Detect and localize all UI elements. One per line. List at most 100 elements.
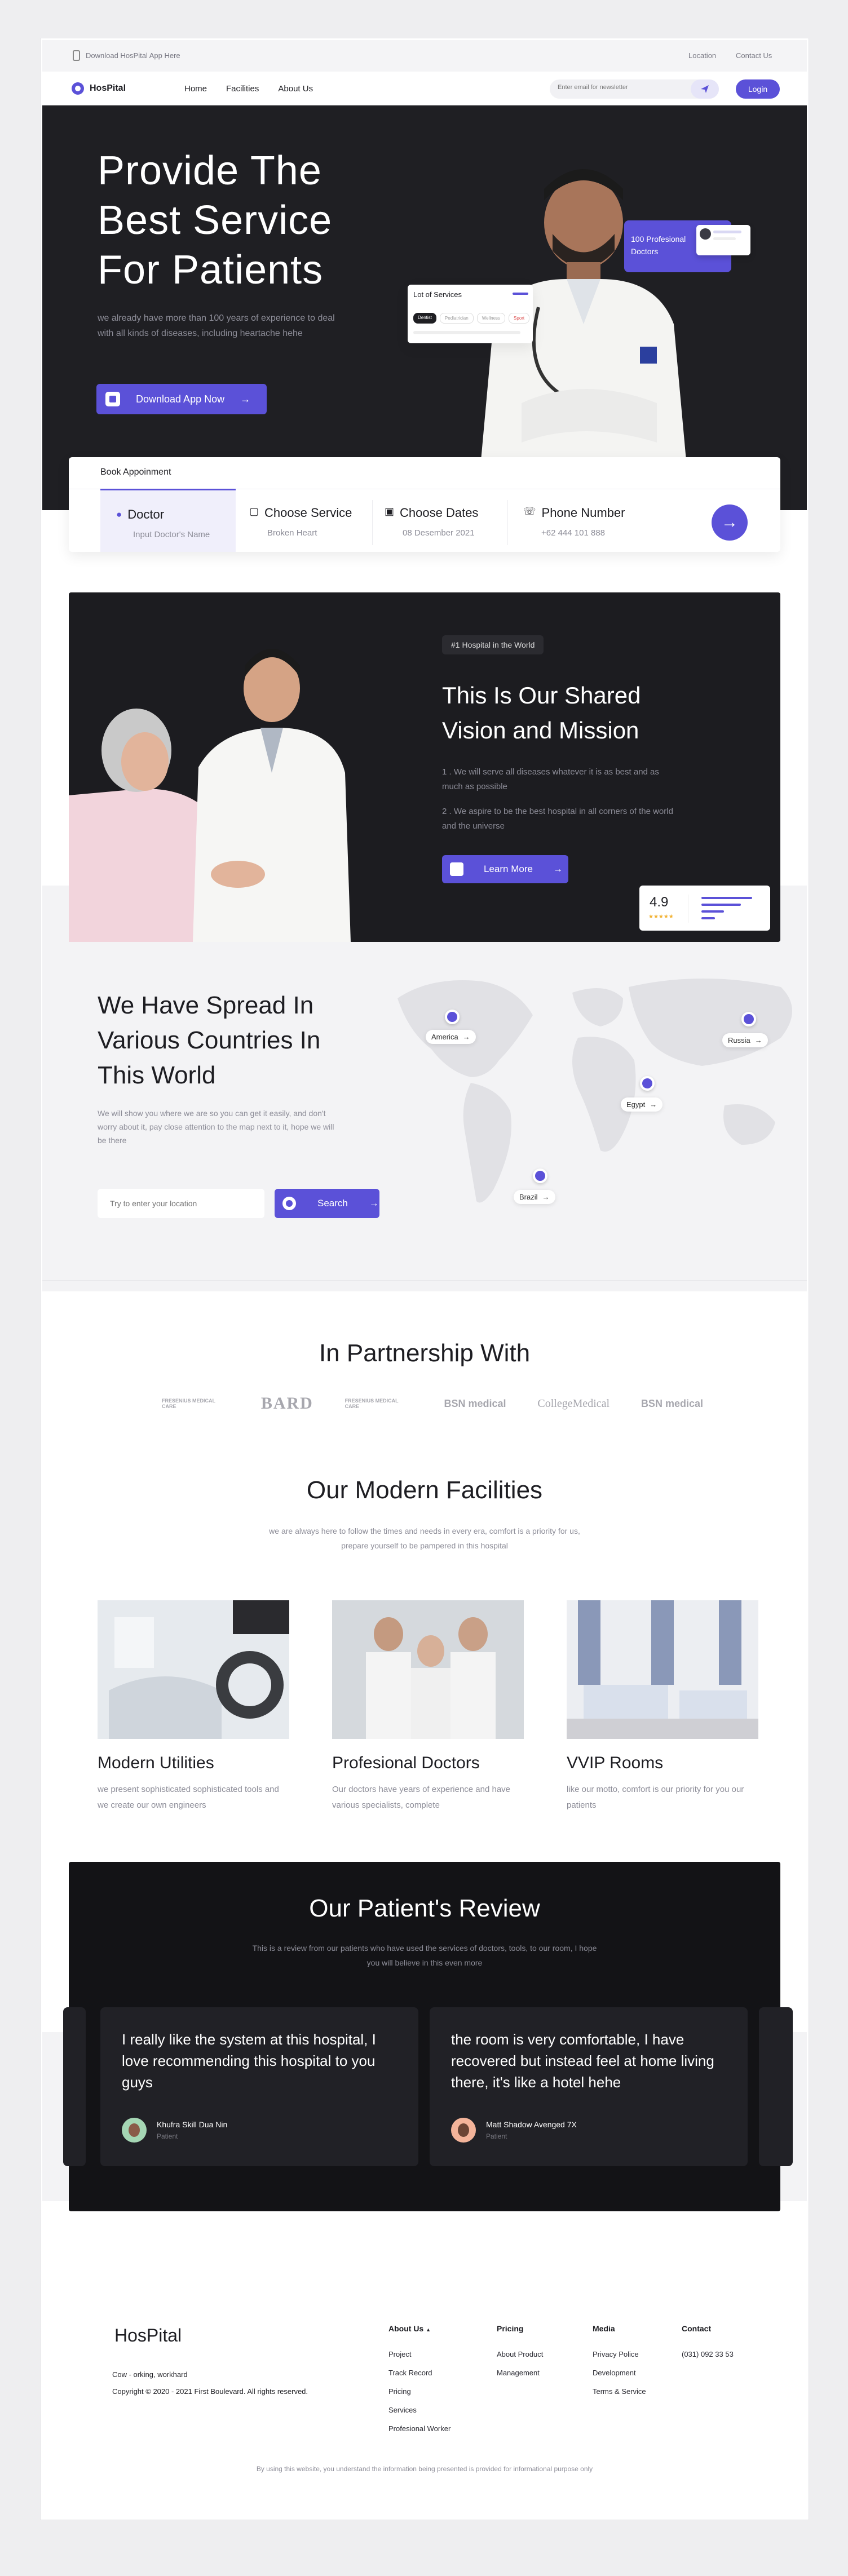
footer-link[interactable]: Terms & Service bbox=[593, 2387, 646, 2396]
partner-logo: FRESENIUS MEDICAL CARE bbox=[162, 1398, 215, 1409]
login-button[interactable]: Login bbox=[736, 79, 780, 99]
footer-link[interactable]: Management bbox=[497, 2369, 543, 2377]
footer-link[interactable]: Development bbox=[593, 2369, 646, 2377]
top-bar: Download HosPital App Here Location Cont… bbox=[42, 40, 807, 72]
arrow-right-icon: → bbox=[369, 1198, 379, 1209]
pin-russia[interactable] bbox=[741, 1012, 756, 1026]
user-icon: ● bbox=[116, 509, 122, 520]
hero-section: Provide The Best Service For Patients we… bbox=[42, 105, 807, 510]
phone-label: Phone Number bbox=[541, 506, 625, 520]
chip[interactable]: Pediatrician bbox=[439, 313, 474, 324]
search-button[interactable]: Search → bbox=[275, 1189, 379, 1218]
submit-booking-button[interactable]: → bbox=[712, 504, 748, 541]
partners-title: In Partnership With bbox=[319, 1339, 531, 1367]
vvip-room-image bbox=[567, 1600, 758, 1739]
location-search-input[interactable] bbox=[98, 1189, 264, 1218]
chip[interactable]: Dentist bbox=[413, 313, 436, 324]
learn-more-label: Learn More bbox=[484, 864, 533, 874]
chip[interactable]: Wellness bbox=[476, 313, 506, 324]
partner-logo: BSN medical bbox=[444, 1397, 506, 1409]
facility-description: we present sophisticated sophisticated t… bbox=[98, 1785, 279, 1810]
download-app-button[interactable]: Download App Now → bbox=[96, 384, 267, 414]
footer-link[interactable]: Project bbox=[388, 2350, 450, 2358]
hero-title-line: Provide The bbox=[98, 148, 322, 193]
vision-section: #1 Hospital in the World This Is Our Sha… bbox=[69, 592, 780, 942]
service-field[interactable]: ▢ Choose Service bbox=[249, 506, 352, 520]
pin-brazil[interactable] bbox=[533, 1169, 547, 1183]
send-button[interactable] bbox=[691, 79, 719, 99]
reviews-section: Our Patient's Review This is a review fr… bbox=[63, 1862, 793, 2211]
footer-link[interactable]: Profesional Worker bbox=[388, 2424, 450, 2433]
pin-label[interactable]: America → bbox=[426, 1030, 476, 1044]
location-link[interactable]: Location bbox=[688, 51, 716, 60]
footer-col-contact: Contact (031) 092 33 53 bbox=[682, 2324, 734, 2369]
vision-point: 2 . We aspire to be the best hospital in… bbox=[442, 807, 673, 831]
progress-bar bbox=[513, 293, 528, 295]
booking-tab[interactable]: Book Appoinment bbox=[100, 467, 171, 477]
spread-title-line: Various Countries In bbox=[98, 1026, 321, 1054]
doctor-field[interactable]: ● Doctor Input Doctor's Name bbox=[100, 489, 236, 552]
facilities-description: we are always here to follow the times a… bbox=[42, 1524, 807, 1553]
footer-col-title[interactable]: About Us ▲ bbox=[388, 2324, 450, 2333]
footer-col-title[interactable]: Media bbox=[593, 2324, 646, 2333]
dates-field[interactable]: ▣ Choose Dates bbox=[385, 506, 478, 520]
chip[interactable]: Sport bbox=[509, 313, 530, 324]
footer-col-title[interactable]: Contact bbox=[682, 2324, 734, 2333]
footer-logo[interactable]: HosPital bbox=[114, 2325, 182, 2346]
pin-label-text: Russia bbox=[728, 1036, 750, 1044]
hero-title-line: Best Service bbox=[98, 198, 333, 243]
doctors-image bbox=[332, 1600, 524, 1739]
learn-more-button[interactable]: Learn More → bbox=[442, 855, 568, 883]
footer-contact-phone[interactable]: (031) 092 33 53 bbox=[682, 2350, 734, 2358]
footer-link[interactable]: Services bbox=[388, 2406, 450, 2414]
facility-description: like our motto, comfort is our priority … bbox=[567, 1785, 744, 1810]
pin-label-text: America bbox=[431, 1033, 458, 1041]
newsletter-input[interactable] bbox=[558, 84, 682, 91]
vision-point: 1 . We will serve all diseases whatever … bbox=[442, 767, 659, 791]
reviews-description: This is a review from our patients who h… bbox=[69, 1941, 780, 1970]
pin-label[interactable]: Egypt → bbox=[621, 1097, 663, 1112]
footer-link[interactable]: Pricing bbox=[388, 2387, 450, 2396]
document-icon bbox=[450, 862, 463, 876]
footer-link[interactable]: Track Record bbox=[388, 2369, 450, 2377]
vision-title: This Is Our Shared Vision and Mission bbox=[442, 678, 641, 748]
spread-title: We Have Spread In Various Countries In T… bbox=[98, 988, 320, 1093]
arrow-right-icon: → bbox=[542, 1193, 550, 1201]
footer-col-about: About Us ▲ Project Track Record Pricing … bbox=[388, 2324, 450, 2443]
pin-label[interactable]: Russia → bbox=[722, 1033, 768, 1047]
pin-egypt[interactable] bbox=[640, 1076, 655, 1091]
spread-title-line: This World bbox=[98, 1061, 216, 1089]
download-app-label: Download App Now bbox=[136, 393, 225, 405]
contact-us-link[interactable]: Contact Us bbox=[736, 51, 772, 60]
review-card-partial bbox=[759, 2007, 793, 2166]
doctor-patient-image bbox=[69, 626, 407, 942]
phone-field[interactable]: ☏ Phone Number bbox=[523, 506, 625, 520]
download-app-link[interactable]: Download HosPital App Here bbox=[73, 50, 180, 61]
chevron-up-icon: ▲ bbox=[426, 2327, 431, 2332]
newsletter-box bbox=[550, 79, 719, 99]
pin-label[interactable]: Brazil → bbox=[514, 1190, 555, 1204]
hero-title: Provide The Best Service For Patients bbox=[98, 146, 332, 295]
pin-america[interactable] bbox=[445, 1010, 460, 1024]
app-icon bbox=[105, 392, 120, 406]
doctor-label: Doctor bbox=[127, 507, 165, 521]
review-text: the room is very comfortable, I have rec… bbox=[451, 2031, 714, 2091]
nav-home[interactable]: Home bbox=[184, 84, 207, 94]
logo[interactable]: HosPital bbox=[72, 82, 126, 95]
rating-value: 4.9 bbox=[650, 895, 669, 910]
services-card: Lot of Services Dentist Pediatrician Wel… bbox=[408, 285, 533, 343]
arrow-right-icon: → bbox=[553, 864, 563, 874]
services-card-title: Lot of Services bbox=[413, 290, 462, 299]
nav-about-us[interactable]: About Us bbox=[278, 84, 313, 94]
nav-facilities[interactable]: Facilities bbox=[226, 84, 259, 94]
arrow-right-icon: → bbox=[721, 513, 738, 532]
facility-title: Profesional Doctors bbox=[332, 1754, 480, 1772]
footer-link[interactable]: About Product bbox=[497, 2350, 543, 2358]
professional-badge-text: 100 Profesional Doctors bbox=[631, 234, 686, 256]
facilities-description-line: we are always here to follow the times a… bbox=[269, 1526, 580, 1535]
reviewer-role: Patient bbox=[486, 2132, 507, 2140]
footer-link[interactable]: Privacy Police bbox=[593, 2350, 646, 2358]
placeholder-line bbox=[413, 331, 520, 334]
vision-title-line: Vision and Mission bbox=[442, 717, 639, 743]
footer-col-title[interactable]: Pricing bbox=[497, 2324, 543, 2333]
